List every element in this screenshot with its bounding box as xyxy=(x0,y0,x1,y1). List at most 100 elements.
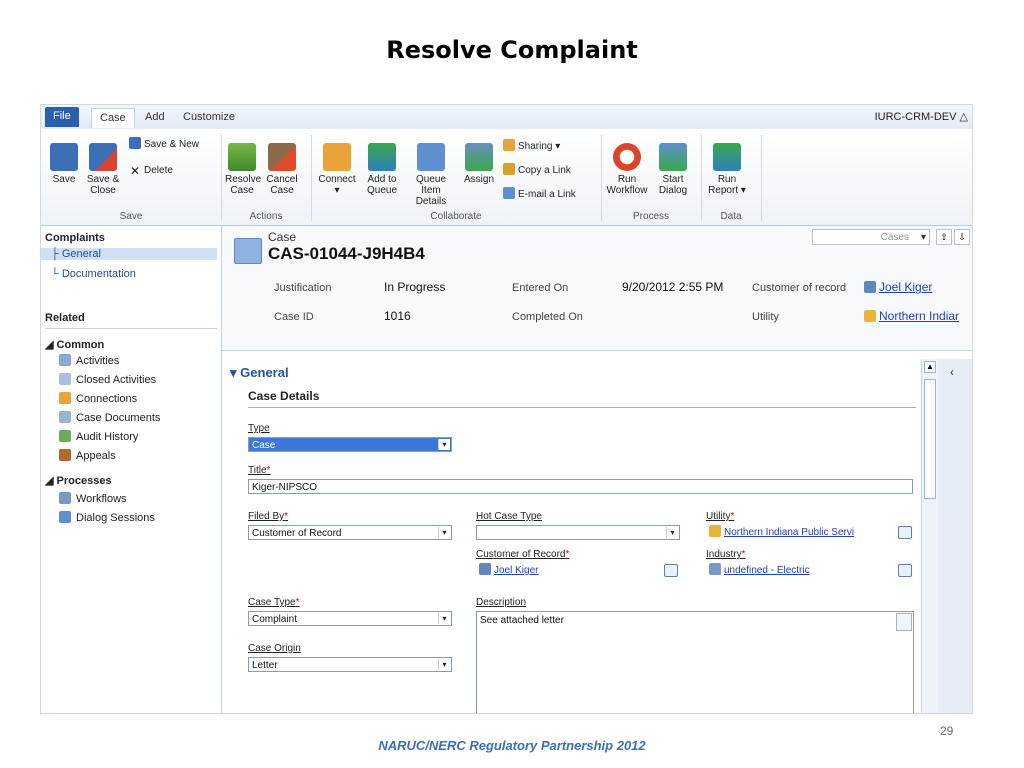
nav-item-activities[interactable]: Activities xyxy=(59,354,119,367)
group-collaborate-label: Collaborate xyxy=(430,211,482,222)
scroll-up-icon[interactable]: ▲ xyxy=(924,361,936,373)
lookup-icon[interactable] xyxy=(898,526,912,539)
org-name: IURC-CRM-DEV △ xyxy=(874,111,968,123)
filed-by-select[interactable]: Customer of Record ▾ xyxy=(248,525,452,540)
email-link-button[interactable]: E-mail a Link xyxy=(503,187,576,201)
connect-icon xyxy=(323,143,351,171)
save-new-icon xyxy=(129,137,141,149)
utility-label: Utility xyxy=(752,311,779,323)
tab-case[interactable]: Case xyxy=(91,108,135,128)
view-selector[interactable]: Cases ▾ xyxy=(812,229,930,245)
description-textarea[interactable]: See attached letter xyxy=(476,611,914,713)
nav-item-case-documents[interactable]: Case Documents xyxy=(59,411,160,424)
section-general-header[interactable]: ▾ General xyxy=(230,365,289,381)
case-type-select[interactable]: Complaint ▾ xyxy=(248,611,452,626)
collapsed-side-panel: ‹ xyxy=(938,359,972,713)
lookup-icon[interactable] xyxy=(664,564,678,577)
connect-button[interactable]: Connect ▾ xyxy=(315,143,359,196)
group-actions-label: Actions xyxy=(249,211,283,222)
industry-label: Industry* xyxy=(706,549,746,560)
save-close-button[interactable]: Save & Close xyxy=(85,143,121,196)
ribbon: Save Save & Close Save & New ✕ Delete Sav… xyxy=(41,129,972,226)
next-record-icon[interactable]: ⇩ xyxy=(954,229,970,245)
collapse-triangle-icon: ◢ xyxy=(45,339,54,351)
tab-add[interactable]: Add xyxy=(137,108,173,127)
customer-of-record-link[interactable]: Joel Kiger xyxy=(864,280,932,294)
lookup-icon[interactable] xyxy=(898,564,912,577)
run-workflow-button[interactable]: Run Workflow xyxy=(605,143,649,196)
case-origin-select[interactable]: Letter ▾ xyxy=(248,657,452,672)
case-id-value: 1016 xyxy=(384,309,411,323)
completed-on-label: Completed On xyxy=(512,311,583,323)
case-entity-icon xyxy=(234,238,262,264)
run-report-button[interactable]: Run Report ▾ xyxy=(705,143,749,196)
assign-button[interactable]: Assign xyxy=(461,143,497,185)
utility-lookup[interactable]: Northern Indiana Public Servi xyxy=(706,525,914,540)
crm-window: File Case Add Customize IURC-CRM-DEV △ S… xyxy=(40,104,973,714)
cancel-case-button[interactable]: Cancel Case xyxy=(265,143,299,196)
group-save-label: Save xyxy=(119,211,143,222)
workflows-icon xyxy=(59,492,71,504)
copy-link-icon xyxy=(503,163,515,175)
form-body: ▾ General Case Details Type Case ▾ Title*… xyxy=(222,351,972,713)
required-marker: * xyxy=(730,511,735,522)
required-marker: * xyxy=(741,549,746,560)
nav-item-general[interactable]: ├ General xyxy=(41,248,217,260)
collapse-ribbon-icon[interactable]: △ xyxy=(960,111,968,123)
industry-lookup[interactable]: undefined - Electric xyxy=(706,563,914,578)
resolve-case-button[interactable]: Resolve Case xyxy=(225,143,261,196)
nav-item-audit-history[interactable]: Audit History xyxy=(59,430,138,443)
title-label: Title* xyxy=(248,465,271,476)
add-to-queue-button[interactable]: Add to Queue xyxy=(363,143,401,196)
tab-customize[interactable]: Customize xyxy=(175,108,243,127)
copy-link-button[interactable]: Copy a Link xyxy=(503,163,571,177)
nav-item-closed-activities[interactable]: Closed Activities xyxy=(59,373,156,386)
collapse-triangle-icon: ▾ xyxy=(230,365,237,380)
sharing-button[interactable]: Sharing ▾ xyxy=(503,139,560,153)
closed-activities-icon xyxy=(59,373,71,385)
chevron-down-icon: ▾ xyxy=(555,141,561,152)
previous-record-icon[interactable]: ⇧ xyxy=(936,229,952,245)
entered-on-value: 9/20/2012 2:55 PM xyxy=(622,280,724,294)
chevron-down-icon: ▾ xyxy=(438,439,450,450)
audit-history-icon xyxy=(59,430,71,442)
expand-panel-icon[interactable]: ‹ xyxy=(950,365,954,379)
nav-item-appeals[interactable]: Appeals xyxy=(59,449,116,462)
type-label: Type xyxy=(248,423,270,434)
required-marker: * xyxy=(284,511,289,522)
nav-item-workflows[interactable]: Workflows xyxy=(59,492,127,505)
customer-of-record-label: Customer of record xyxy=(752,282,847,294)
justification-value: In Progress xyxy=(384,280,446,294)
nav-common-header[interactable]: ◢ Common xyxy=(45,338,104,351)
entered-on-label: Entered On xyxy=(512,282,569,294)
floppy-disk-icon xyxy=(50,143,78,171)
justification-label: Justification xyxy=(274,282,332,294)
slide-title: Resolve Complaint xyxy=(386,36,638,64)
textarea-scroll-thumb[interactable] xyxy=(896,613,912,631)
hot-case-type-select[interactable]: ▾ xyxy=(476,525,680,540)
section-divider xyxy=(248,407,916,408)
nav-item-connections[interactable]: Connections xyxy=(59,392,137,405)
type-select[interactable]: Case ▾ xyxy=(248,437,452,452)
nav-item-dialog-sessions[interactable]: Dialog Sessions xyxy=(59,511,155,524)
utility-link[interactable]: Northern Indiar xyxy=(864,309,959,323)
save-button[interactable]: Save xyxy=(49,143,79,185)
scrollbar-thumb[interactable] xyxy=(924,379,936,499)
required-marker: * xyxy=(266,465,271,476)
save-new-button[interactable]: Save & New xyxy=(129,137,199,151)
form-scrollbar[interactable]: ▲ xyxy=(921,359,938,713)
chevron-down-icon: ▾ xyxy=(920,232,926,243)
required-marker: * xyxy=(295,597,300,608)
queue-item-details-button[interactable]: Queue Item Details xyxy=(405,143,457,207)
title-input[interactable]: Kiger-NIPSCO xyxy=(248,479,913,494)
sharing-icon xyxy=(503,139,515,151)
start-dialog-button[interactable]: Start Dialog xyxy=(653,143,693,196)
case-details-header: Case Details xyxy=(248,389,320,403)
delete-button[interactable]: ✕ Delete xyxy=(129,165,173,177)
nav-processes-header[interactable]: ◢ Processes xyxy=(45,474,112,487)
entity-name: Case xyxy=(268,230,297,244)
nav-item-documentation[interactable]: └ Documentation xyxy=(51,268,136,280)
tab-file[interactable]: File xyxy=(45,107,79,127)
customer-lookup[interactable]: Joel Kiger xyxy=(476,563,680,578)
delete-x-icon: ✕ xyxy=(129,164,141,178)
